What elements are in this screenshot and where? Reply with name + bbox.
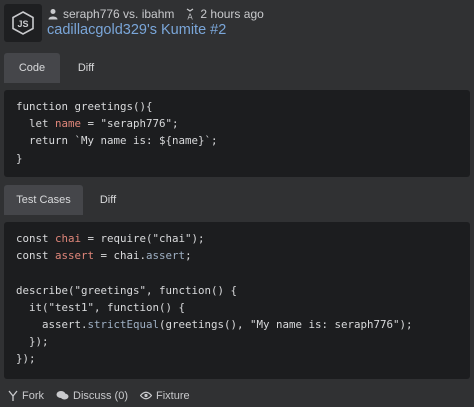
eye-icon xyxy=(140,391,153,400)
code-editor[interactable]: function greetings(){ let name = "seraph… xyxy=(4,90,470,177)
tab-test-diff[interactable]: Diff xyxy=(88,185,128,215)
comments-icon xyxy=(56,391,69,400)
test-editor[interactable]: const chai = require("chai"); const asse… xyxy=(4,222,470,379)
test-tabbar: Test Cases Diff xyxy=(0,185,474,215)
svg-text:JS: JS xyxy=(17,19,28,29)
code-line: return `My name is: ${name}`; xyxy=(16,134,218,148)
timestamp: 2 hours ago xyxy=(200,7,264,21)
solution-tabbar: Code Diff xyxy=(0,53,474,83)
tab-code[interactable]: Code xyxy=(4,53,60,83)
meta-line: seraph776 vs. ibahm A 2 hours ago xyxy=(47,6,264,22)
tab-test-cases[interactable]: Test Cases xyxy=(4,185,83,215)
fork-button[interactable]: Fork xyxy=(8,390,44,402)
rank-icon: A xyxy=(184,8,196,20)
discuss-button[interactable]: Discuss (0) xyxy=(56,390,128,402)
fork-icon xyxy=(8,390,18,401)
fixture-button[interactable]: Fixture xyxy=(140,390,190,402)
users-vs[interactable]: seraph776 vs. ibahm xyxy=(63,7,174,21)
code-line: function greetings(){ xyxy=(16,100,153,113)
tab-diff[interactable]: Diff xyxy=(66,53,106,83)
test-line: const assert = chai.assert; xyxy=(16,249,192,263)
nodejs-icon: JS xyxy=(4,4,42,42)
code-line: } xyxy=(16,151,23,165)
test-line: it("test1", function() { xyxy=(16,300,186,314)
test-line: assert.strictEqual(greetings(), "My name… xyxy=(16,318,413,332)
test-line: }); xyxy=(16,352,36,366)
kumite-header: JS seraph776 vs. ibahm A 2 hours ago cad… xyxy=(0,0,474,46)
user-icon xyxy=(47,8,59,20)
test-line: const chai = require("chai"); xyxy=(16,232,205,245)
code-line: let name = "seraph776"; xyxy=(16,117,179,131)
footer-actions: Fork Discuss (0) Fixture xyxy=(0,384,474,407)
test-line: }); xyxy=(16,335,49,349)
test-line: describe("greetings", function() { xyxy=(16,283,238,297)
svg-text:A: A xyxy=(188,13,194,21)
kumite-title[interactable]: cadillacgold329's Kumite #2 xyxy=(47,22,226,38)
